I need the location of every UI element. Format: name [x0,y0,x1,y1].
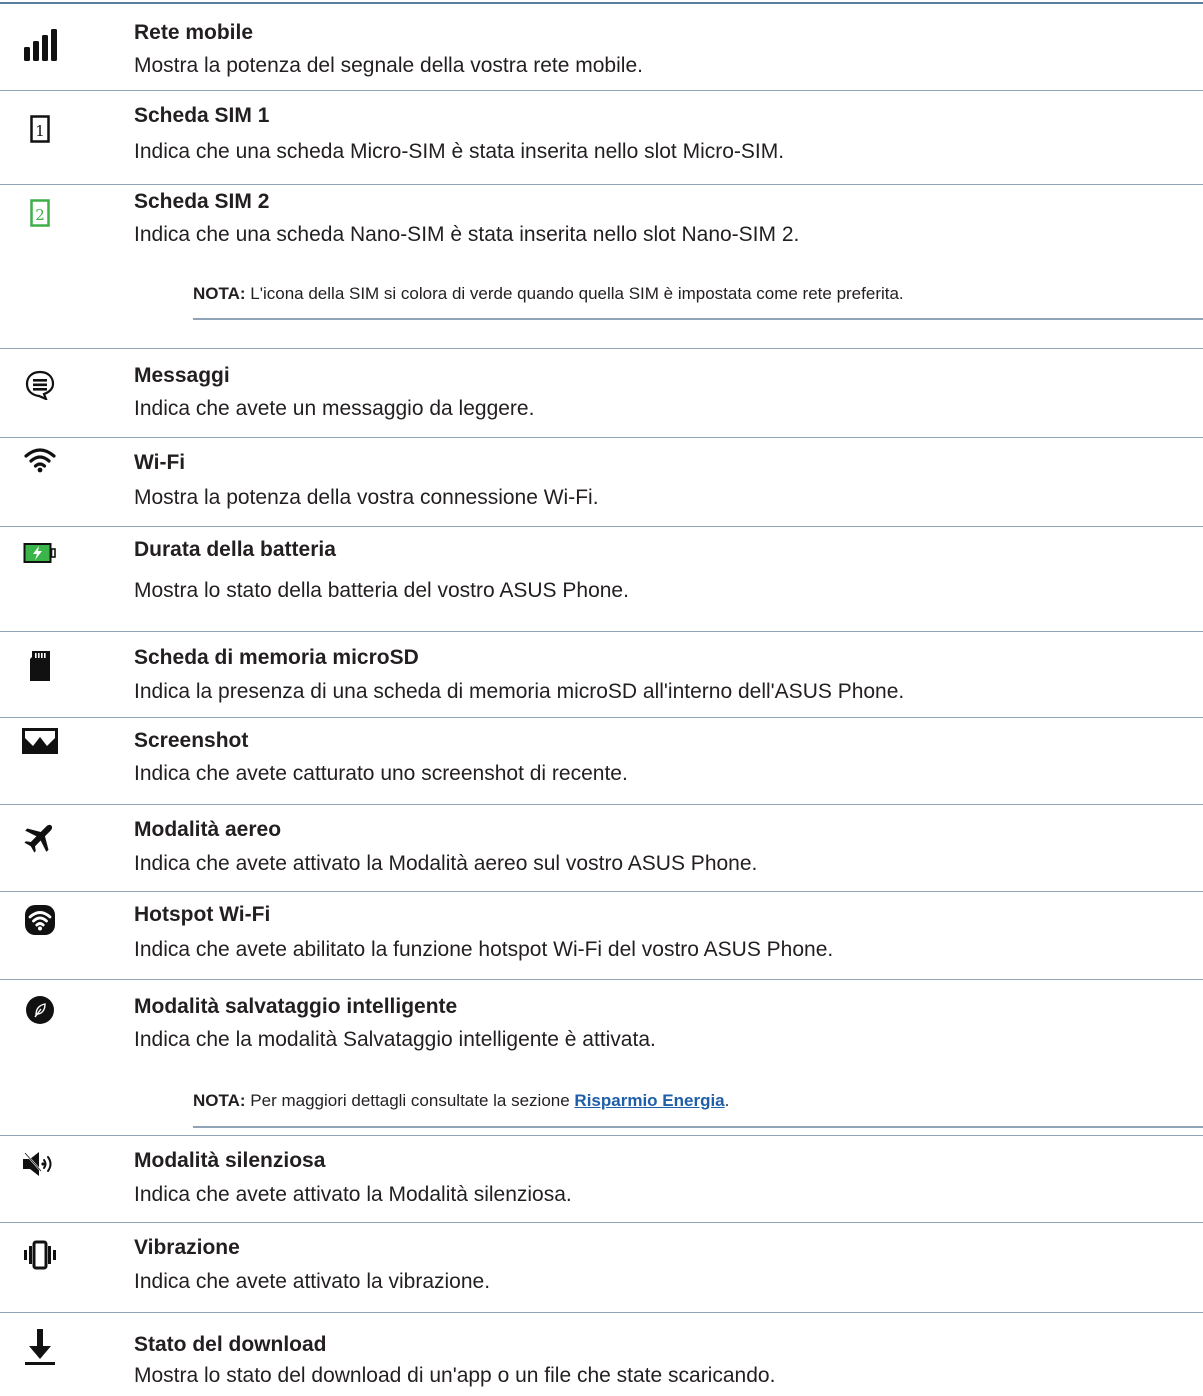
note-label: NOTA: [193,284,246,303]
entry-wifi: Wi-Fi Mostra la potenza della vostra con… [0,438,1203,527]
entry-title: Vibrazione [134,1236,240,1259]
risparmio-energia-link[interactable]: Risparmio Energia [574,1091,724,1110]
note-text: Per maggiori dettagli consultate la sezi… [245,1091,575,1110]
entry-messaggi: Messaggi Indica che avete un messaggio d… [0,349,1203,438]
vibration-icon [16,1233,64,1277]
entry-title: Screenshot [134,729,249,752]
note-label: NOTA: [193,1091,246,1110]
entry-title: Modalità aereo [134,818,282,841]
hotspot-icon [16,898,64,942]
note-smart: NOTA: Per maggiori dettagli consultate l… [193,1090,729,1112]
entry-desc: Indica la presenza di una scheda di memo… [134,680,905,703]
entry-sim-1: 1 Scheda SIM 1 Indica che una scheda Mic… [0,91,1203,185]
entry-desc: Indica che avete attivato la Modalità si… [134,1183,572,1206]
entry-desc: Indica che una scheda Nano-SIM è stata i… [134,223,800,246]
sim-card-2-icon: 2 [16,191,64,235]
entry-desc: Mostra la potenza del segnale della vost… [134,54,643,77]
entry-title: Modalità salvataggio intelligente [134,995,458,1018]
screenshot-icon [16,719,64,763]
entry-rete-mobile: Rete mobile Mostra la potenza del segnal… [0,4,1203,91]
entry-title: Scheda SIM 1 [134,104,270,127]
note-text: L'icona della SIM si colora di verde qua… [245,284,904,303]
page: Rete mobile Mostra la potenza del segnal… [0,0,1203,1396]
entry-desc: Mostra lo stato della batteria del vostr… [134,579,629,602]
entry-batteria: Durata della batteria Mostra lo stato de… [0,527,1203,632]
entry-desc: Indica che la modalità Salvataggio intel… [134,1028,656,1051]
entry-desc: Indica che avete attivato la vibrazione. [134,1270,491,1293]
note-text-end: . [724,1091,730,1110]
entry-download: Stato del download Mostra lo stato del d… [0,1313,1203,1396]
microsd-card-icon [16,644,64,688]
entry-desc: Mostra la potenza della vostra connessio… [134,486,599,509]
entry-title: Hotspot Wi-Fi [134,903,271,926]
entry-desc: Indica che una scheda Micro-SIM è stata … [134,140,785,163]
entry-microsd: Scheda di memoria microSD Indica la pres… [0,632,1203,718]
entry-vibrazione: Vibrazione Indica che avete attivato la … [0,1223,1203,1313]
entry-title: Durata della batteria [134,538,336,561]
note-rule [193,1126,1203,1128]
entry-screenshot: Screenshot Indica che avete catturato un… [0,718,1203,805]
entry-salvataggio: Modalità salvataggio intelligente Indica… [0,980,1203,1136]
entry-title: Scheda SIM 2 [134,190,270,213]
entry-desc: Indica che avete un messaggio da leggere… [134,397,535,420]
entry-title: Modalità silenziosa [134,1149,326,1172]
entry-title: Wi-Fi [134,451,186,474]
sim-card-1-icon: 1 [16,107,64,151]
airplane-icon [16,815,64,859]
entry-aereo: Modalità aereo Indica che avete attivato… [0,805,1203,892]
entry-sim-2: 2 Scheda SIM 2 Indica che una scheda Nan… [0,185,1203,349]
wifi-icon [16,438,64,482]
entry-title: Rete mobile [134,21,254,44]
svg-text:2: 2 [35,206,45,224]
entry-title: Stato del download [134,1333,327,1356]
smart-saving-leaf-icon [16,988,64,1032]
signal-bars-icon [16,24,64,68]
entry-silenziosa: Modalità silenziosa Indica che avete att… [0,1136,1203,1223]
battery-charging-icon [16,531,64,575]
entry-desc: Indica che avete abilitato la funzione h… [134,938,834,961]
entry-desc: Indica che avete attivato la Modalità ae… [134,852,758,875]
entry-desc: Indica che avete catturato uno screensho… [134,762,628,785]
svg-text:1: 1 [35,122,45,140]
entry-desc: Mostra lo stato del download di un'app o… [134,1364,776,1387]
silent-mode-icon [16,1142,64,1186]
download-icon [16,1325,64,1369]
entry-title: Messaggi [134,364,230,387]
entry-title: Scheda di memoria microSD [134,646,419,669]
message-icon [16,363,64,407]
entry-hotspot: Hotspot Wi-Fi Indica che avete abilitato… [0,892,1203,980]
note-rule [193,318,1203,320]
note-sim: NOTA: L'icona della SIM si colora di ver… [193,283,904,305]
